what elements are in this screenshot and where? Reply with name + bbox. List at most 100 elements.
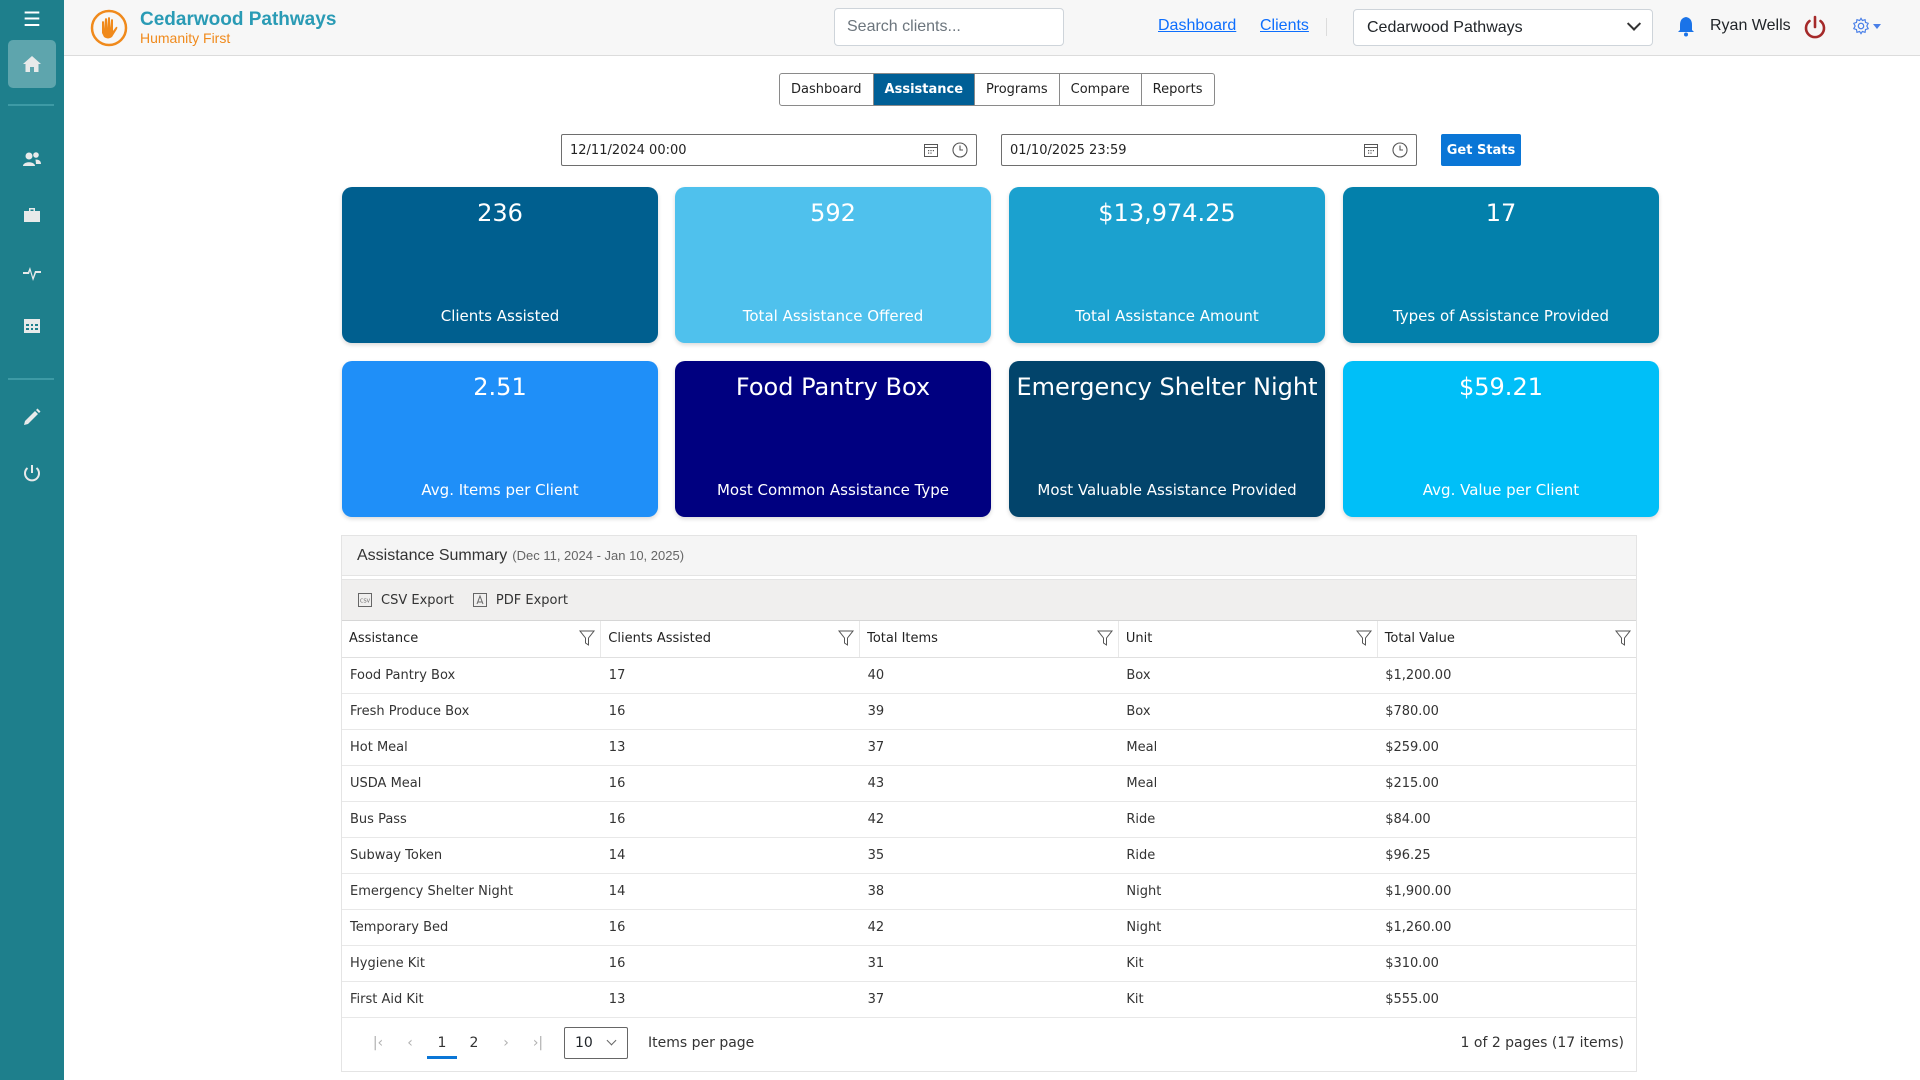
filter-icon[interactable] xyxy=(1614,629,1632,647)
cell-clients-assisted: 13 xyxy=(600,729,860,766)
grid-pager: |‹ ‹ 1 2 › ›| 10 Items per page 1 of 2 p… xyxy=(342,1015,1636,1071)
tab-compare[interactable]: Compare xyxy=(1060,74,1142,105)
start-datetime-picker[interactable]: 12/11/2024 00:00 xyxy=(561,134,977,166)
column-header-label: Total Items xyxy=(867,631,938,647)
notification-bell-icon[interactable] xyxy=(1676,15,1696,37)
cell-unit: Meal xyxy=(1118,729,1378,766)
tab-reports[interactable]: Reports xyxy=(1142,74,1214,105)
cell-total-value: $96.25 xyxy=(1377,837,1636,874)
column-header-total-items[interactable]: Total Items xyxy=(859,621,1119,658)
sidebar-item-programs[interactable] xyxy=(8,191,56,239)
filter-icon[interactable] xyxy=(1355,629,1373,647)
top-header: Cedarwood Pathways Humanity First Dashbo… xyxy=(64,0,1920,56)
cell-total-items: 39 xyxy=(859,693,1119,730)
table-row[interactable]: First Aid Kit 13 37 Kit $555.00 xyxy=(342,981,1636,1018)
cell-unit: Kit xyxy=(1118,981,1378,1018)
calendar-icon[interactable] xyxy=(1362,141,1380,159)
cell-total-value: $780.00 xyxy=(1377,693,1636,730)
sidebar-item-logout[interactable] xyxy=(8,449,56,497)
column-header-unit[interactable]: Unit xyxy=(1117,621,1378,658)
cell-clients-assisted: 16 xyxy=(600,909,860,946)
stat-card-most-valuable: Emergency Shelter Night Most Valuable As… xyxy=(1009,361,1325,517)
table-row[interactable]: Bus Pass 16 42 Ride $84.00 xyxy=(342,801,1636,838)
column-header-assistance[interactable]: Assistance xyxy=(342,621,601,658)
assistance-summary-panel: Assistance Summary (Dec 11, 2024 - Jan 1… xyxy=(341,535,1637,1072)
cell-assistance: Hot Meal xyxy=(342,729,601,766)
column-header-total-value[interactable]: Total Value xyxy=(1376,621,1636,658)
prev-page-button[interactable]: ‹ xyxy=(394,1035,426,1051)
settings-menu-button[interactable] xyxy=(1852,14,1886,38)
tab-dashboard[interactable]: Dashboard xyxy=(780,74,874,105)
cell-total-items: 40 xyxy=(859,657,1119,694)
sidebar-item-clients[interactable] xyxy=(8,135,56,183)
sidebar-divider xyxy=(8,104,54,106)
panel-title: Assistance Summary xyxy=(357,546,508,564)
pdf-export-button[interactable]: PDF Export xyxy=(472,592,568,608)
filter-icon[interactable] xyxy=(1096,629,1114,647)
stat-label: Total Assistance Offered xyxy=(742,307,924,325)
cell-total-items: 35 xyxy=(859,837,1119,874)
column-header-label: Unit xyxy=(1125,631,1153,647)
filter-icon[interactable] xyxy=(578,629,596,647)
cell-unit: Ride xyxy=(1118,837,1378,874)
cell-total-items: 31 xyxy=(859,945,1119,982)
filter-icon[interactable] xyxy=(837,629,855,647)
table-row[interactable]: Emergency Shelter Night 14 38 Night $1,900.0… xyxy=(342,873,1636,910)
cell-assistance: Hygiene Kit xyxy=(342,945,601,982)
cell-total-items: 37 xyxy=(859,981,1119,1018)
table-row[interactable]: USDA Meal 16 43 Meal $215.00 xyxy=(342,765,1636,802)
last-page-button[interactable]: ›| xyxy=(522,1035,554,1051)
stat-card-total-assistance-amount: $13,974.25 Total Assistance Amount xyxy=(1009,187,1325,343)
sidebar-item-calendar[interactable] xyxy=(8,302,56,350)
cell-unit: Kit xyxy=(1118,945,1378,982)
sidebar-item-activity[interactable] xyxy=(8,248,56,296)
cell-clients-assisted: 16 xyxy=(600,945,860,982)
cell-assistance: Fresh Produce Box xyxy=(342,693,601,730)
cell-clients-assisted: 16 xyxy=(600,801,860,838)
table-row[interactable]: Fresh Produce Box 16 39 Box $780.00 xyxy=(342,693,1636,730)
table-body: Food Pantry Box 17 40 Box $1,200.00 Fresh Pro… xyxy=(342,657,1636,1018)
sidebar-item-edit[interactable] xyxy=(8,393,56,441)
stat-value: 592 xyxy=(810,199,856,227)
cell-total-items: 37 xyxy=(859,729,1119,766)
power-icon xyxy=(24,465,40,482)
header-link-dashboard[interactable]: Dashboard xyxy=(1158,17,1236,35)
cell-clients-assisted: 16 xyxy=(600,765,860,802)
page-size-select[interactable]: 10 xyxy=(564,1027,628,1059)
sidebar: ☰ xyxy=(0,0,64,1080)
organization-select[interactable]: Cedarwood Pathways xyxy=(1353,9,1653,46)
hamburger-menu-button[interactable]: ☰ xyxy=(0,0,64,38)
clock-icon[interactable] xyxy=(951,141,969,159)
next-page-button[interactable]: › xyxy=(490,1035,522,1051)
tab-programs[interactable]: Programs xyxy=(975,74,1060,105)
pdf-file-icon xyxy=(472,593,487,607)
table-row[interactable]: Subway Token 14 35 Ride $96.25 xyxy=(342,837,1636,874)
cell-clients-assisted: 14 xyxy=(600,837,860,874)
get-stats-button[interactable]: Get Stats xyxy=(1441,134,1521,166)
table-row[interactable]: Food Pantry Box 17 40 Box $1,200.00 xyxy=(342,657,1636,694)
csv-export-button[interactable]: CSV CSV Export xyxy=(357,592,454,608)
logout-power-icon[interactable] xyxy=(1802,14,1828,42)
cell-unit: Ride xyxy=(1118,801,1378,838)
calendar-icon[interactable] xyxy=(922,141,940,159)
table-row[interactable]: Hygiene Kit 16 31 Kit $310.00 xyxy=(342,945,1636,982)
page-button-2[interactable]: 2 xyxy=(458,1027,490,1059)
search-clients-input[interactable] xyxy=(834,8,1064,46)
tab-assistance[interactable]: Assistance xyxy=(873,74,976,105)
cell-clients-assisted: 14 xyxy=(600,873,860,910)
page-button-1[interactable]: 1 xyxy=(426,1027,458,1059)
table-row[interactable]: Temporary Bed 16 42 Night $1,260.00 xyxy=(342,909,1636,946)
brand-title: Cedarwood Pathways xyxy=(140,9,337,30)
clock-icon[interactable] xyxy=(1391,141,1409,159)
sidebar-divider xyxy=(8,378,54,380)
end-datetime-picker[interactable]: 01/10/2025 23:59 xyxy=(1001,134,1417,166)
first-page-button[interactable]: |‹ xyxy=(362,1035,394,1051)
header-link-clients[interactable]: Clients xyxy=(1260,17,1309,35)
column-header-clients-assisted[interactable]: Clients Assisted xyxy=(600,621,860,658)
caret-down-icon xyxy=(1873,23,1881,29)
sidebar-item-home[interactable] xyxy=(8,40,56,88)
column-header-label: Assistance xyxy=(349,631,419,647)
hamburger-icon: ☰ xyxy=(23,8,41,31)
assistance-summary-table: Assistance Clients Assisted Total Items … xyxy=(342,621,1636,1018)
table-row[interactable]: Hot Meal 13 37 Meal $259.00 xyxy=(342,729,1636,766)
